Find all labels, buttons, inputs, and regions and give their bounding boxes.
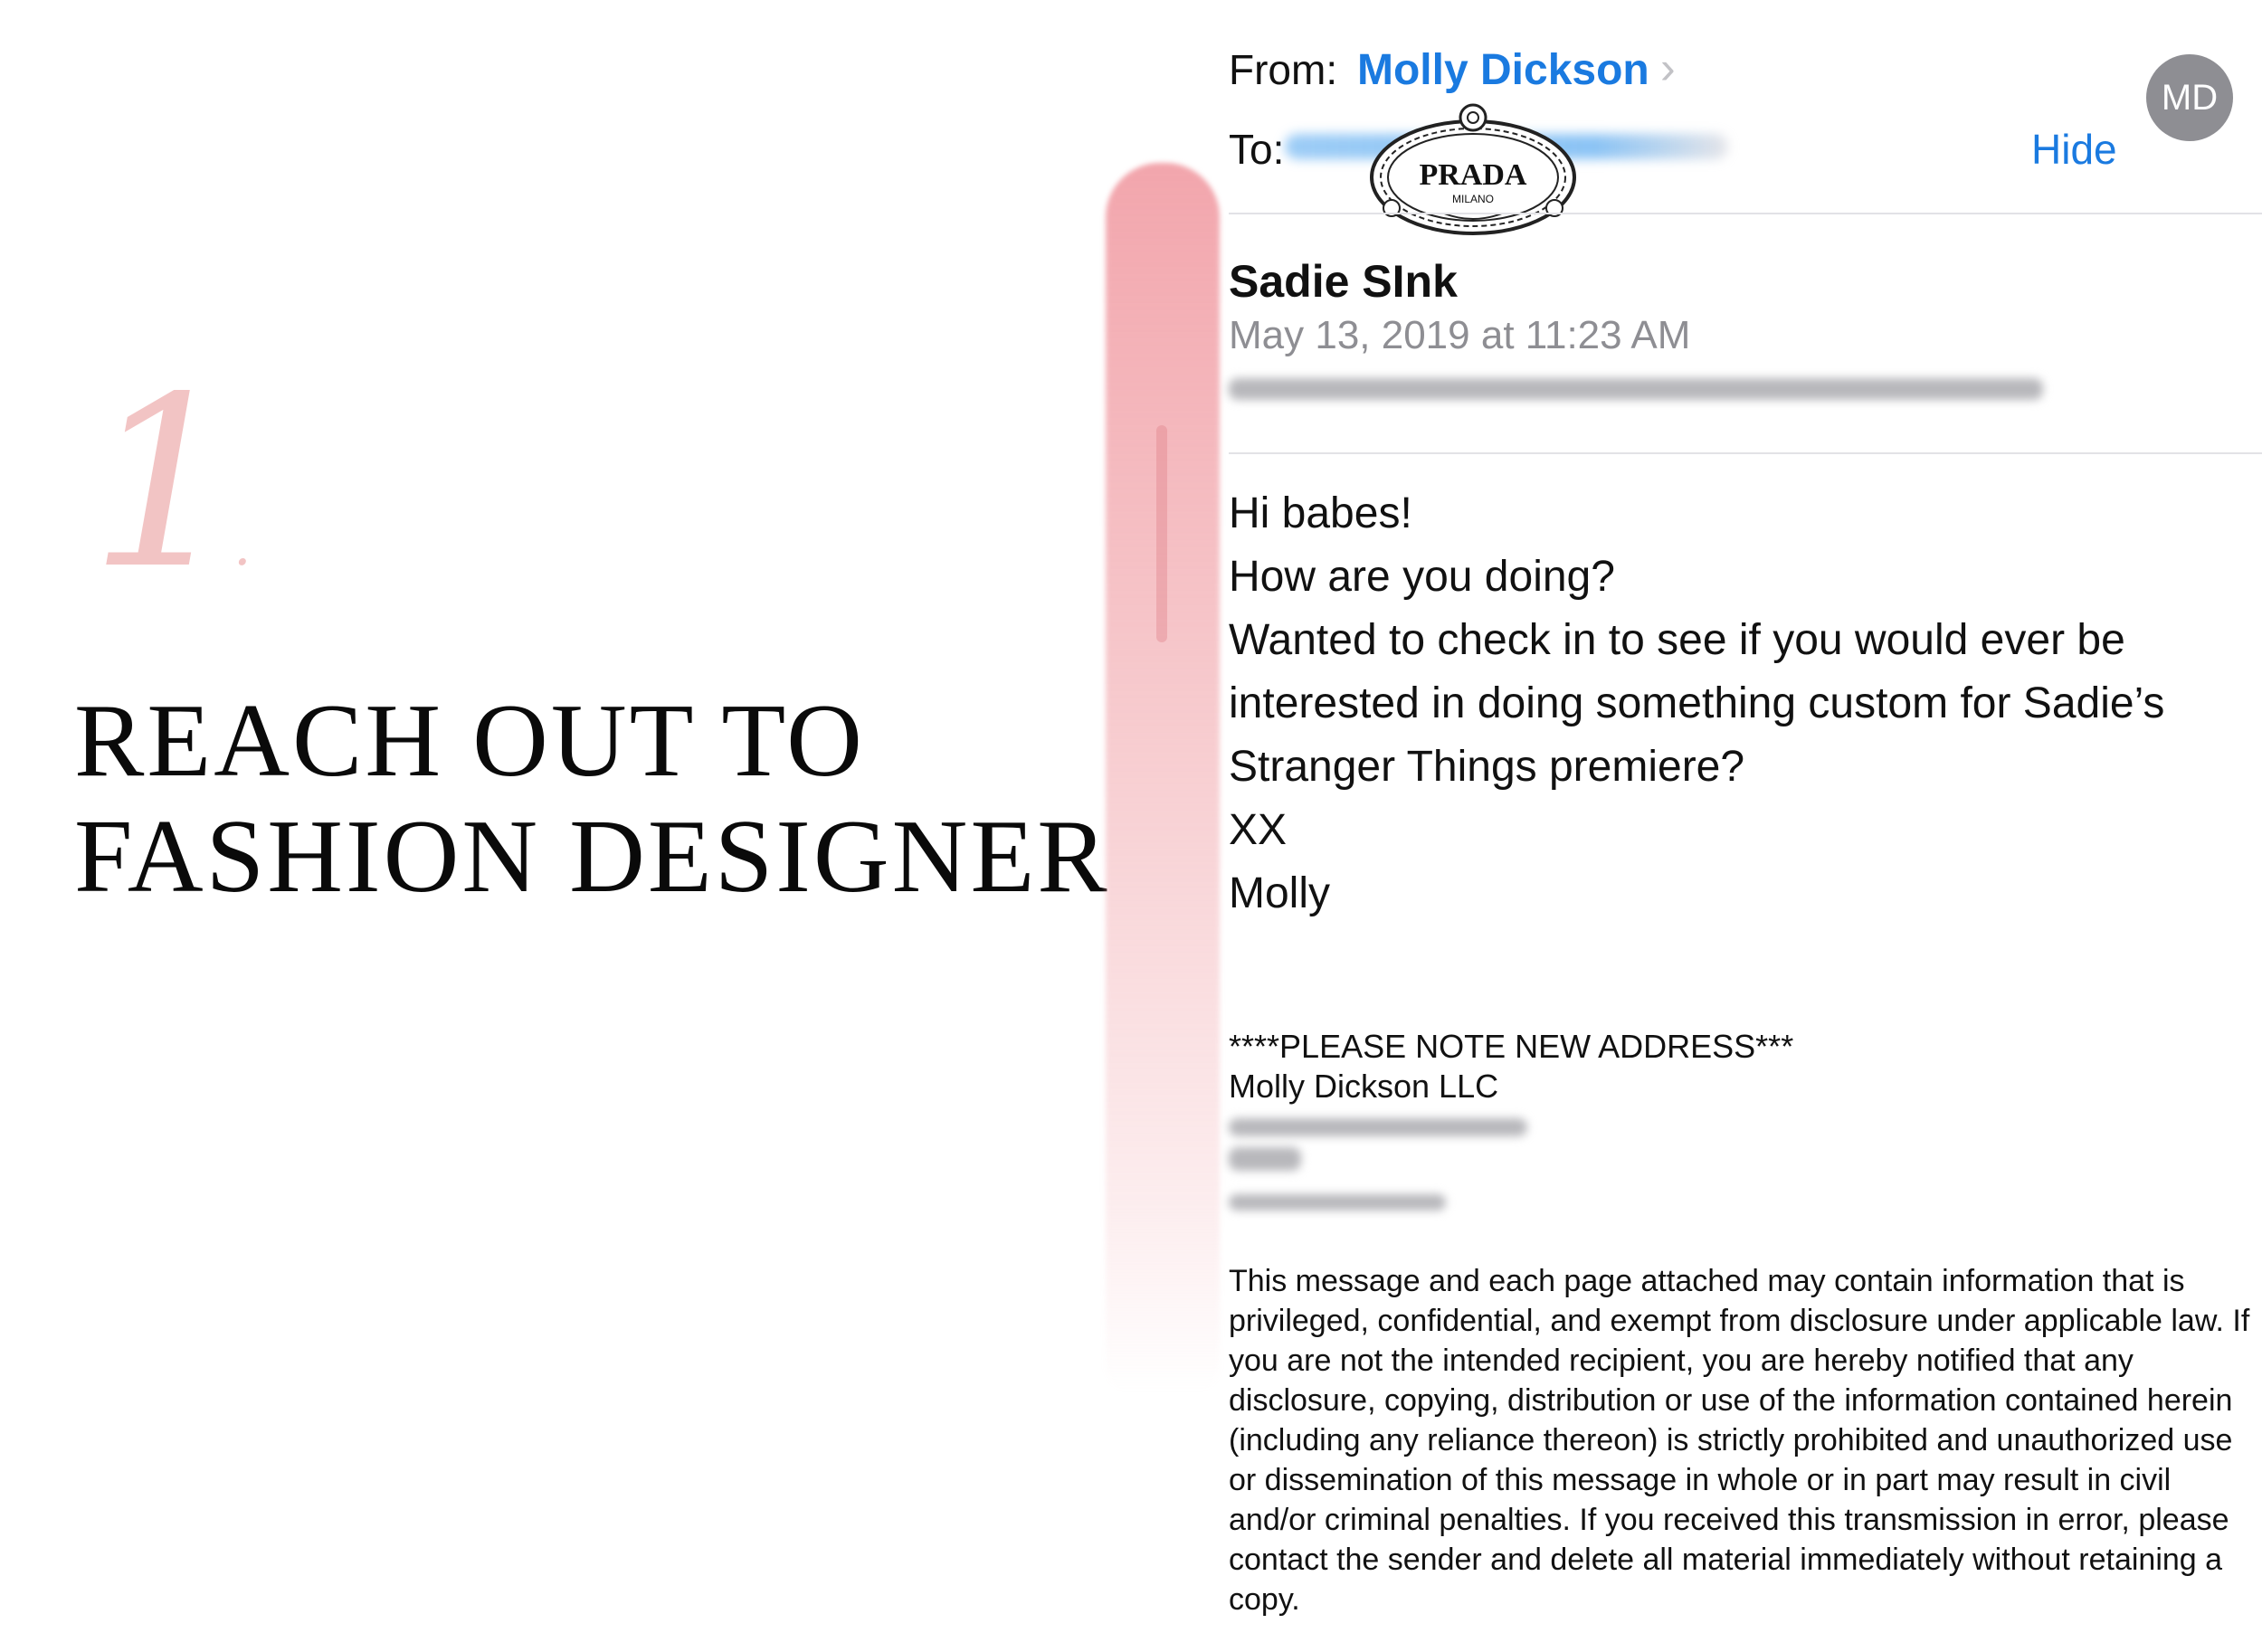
body-line-1: Hi babes! <box>1229 489 1412 537</box>
subject-divider <box>1229 452 2262 454</box>
email-view: From: Molly Dickson › MD To: Hide PRADA … <box>1176 0 2262 1652</box>
step-number: 1. <box>62 347 258 621</box>
to-label: To: <box>1229 126 1285 173</box>
hide-button[interactable]: Hide <box>2031 125 2117 174</box>
from-label: From: <box>1229 46 1338 93</box>
chevron-right-icon[interactable]: › <box>1660 42 1676 94</box>
headline: REACH OUT TO FASHION DESIGNER <box>74 683 1115 915</box>
sent-date: May 13, 2019 at 11:23 AM <box>1229 313 1691 357</box>
header-divider <box>1229 213 2262 214</box>
body-line-2: How are you doing? <box>1229 553 1615 601</box>
headline-line-2: FASHION DESIGNER <box>74 799 1110 915</box>
body-line-5: Stranger Things premiere? <box>1229 743 1745 791</box>
redacted-address-line-2 <box>1229 1147 1301 1171</box>
legal-disclaimer: This message and each page attached may … <box>1229 1264 2250 1617</box>
body-line-6: XX <box>1229 806 1288 854</box>
brush-highlight <box>1156 425 1167 642</box>
body-line-4: interested in doing something custom for… <box>1229 679 2165 727</box>
subject: Sadie SInk <box>1229 256 1458 307</box>
signature-note: ****PLEASE NOTE NEW ADDRESS*** <box>1229 1028 1794 1065</box>
body-line-3: Wanted to check in to see if you would e… <box>1229 616 2125 664</box>
signature-company: Molly Dickson LLC <box>1229 1068 1499 1105</box>
sender-name-link[interactable]: Molly Dickson <box>1357 45 1649 95</box>
prada-logo: PRADA MILANO <box>1370 103 1576 235</box>
redacted-address-line-3 <box>1229 1194 1446 1211</box>
logo-text: PRADA <box>1420 158 1527 192</box>
logo-subtext: MILANO <box>1452 193 1494 205</box>
redacted-address-line-1 <box>1229 1118 1527 1136</box>
body-line-7: Molly <box>1229 869 1331 917</box>
redacted-reply-line <box>1229 378 2043 400</box>
headline-line-1: REACH OUT TO <box>74 683 865 799</box>
avatar[interactable]: MD <box>2146 54 2233 141</box>
